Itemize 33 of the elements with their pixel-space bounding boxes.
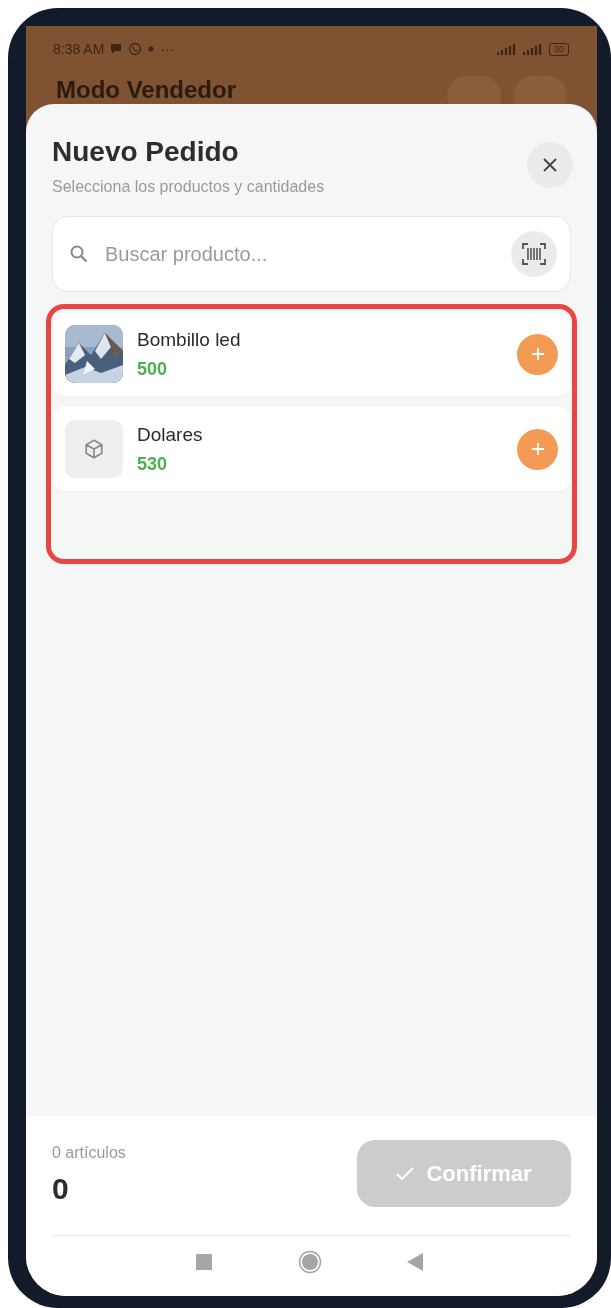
plus-icon bbox=[529, 346, 546, 362]
close-button[interactable] bbox=[527, 142, 573, 188]
signal-icon bbox=[523, 43, 543, 55]
sheet-subtitle: Selecciona los productos y cantidades bbox=[52, 178, 326, 196]
close-icon bbox=[542, 157, 558, 173]
check-icon bbox=[396, 1166, 415, 1181]
add-button[interactable] bbox=[517, 428, 558, 470]
product-name: Bombillo led bbox=[137, 328, 242, 351]
product-row[interactable]: Bombillo led 500 bbox=[53, 312, 570, 396]
dot-icon bbox=[148, 46, 155, 52]
home-icon[interactable] bbox=[297, 1250, 322, 1274]
app-title: Modo Vendedor bbox=[56, 76, 237, 104]
phone-icon bbox=[128, 42, 143, 56]
product-price: 500 bbox=[137, 358, 169, 380]
barcode-icon bbox=[522, 243, 546, 265]
add-button[interactable] bbox=[517, 333, 558, 375]
product-name: Dolares bbox=[137, 423, 204, 446]
item-count: 0 artículos bbox=[52, 1144, 126, 1162]
plus-icon bbox=[529, 441, 546, 457]
signal-icon bbox=[497, 43, 517, 55]
product-price: 530 bbox=[137, 453, 169, 475]
back-icon[interactable] bbox=[407, 1253, 423, 1271]
search-icon bbox=[69, 244, 89, 264]
sheet-title: Nuevo Pedido bbox=[52, 136, 240, 168]
product-row[interactable]: Dolares 530 bbox=[53, 407, 570, 491]
search-field[interactable]: Buscar producto... bbox=[103, 241, 497, 267]
status-time: 8:38 AM bbox=[53, 41, 105, 57]
barcode-scan-button[interactable] bbox=[511, 231, 557, 277]
order-total: 0 bbox=[52, 1172, 70, 1206]
chat-icon bbox=[110, 43, 123, 55]
cube-icon bbox=[83, 438, 105, 460]
more-indicator: ··· bbox=[160, 41, 175, 57]
battery-icon: 30 bbox=[549, 42, 569, 56]
